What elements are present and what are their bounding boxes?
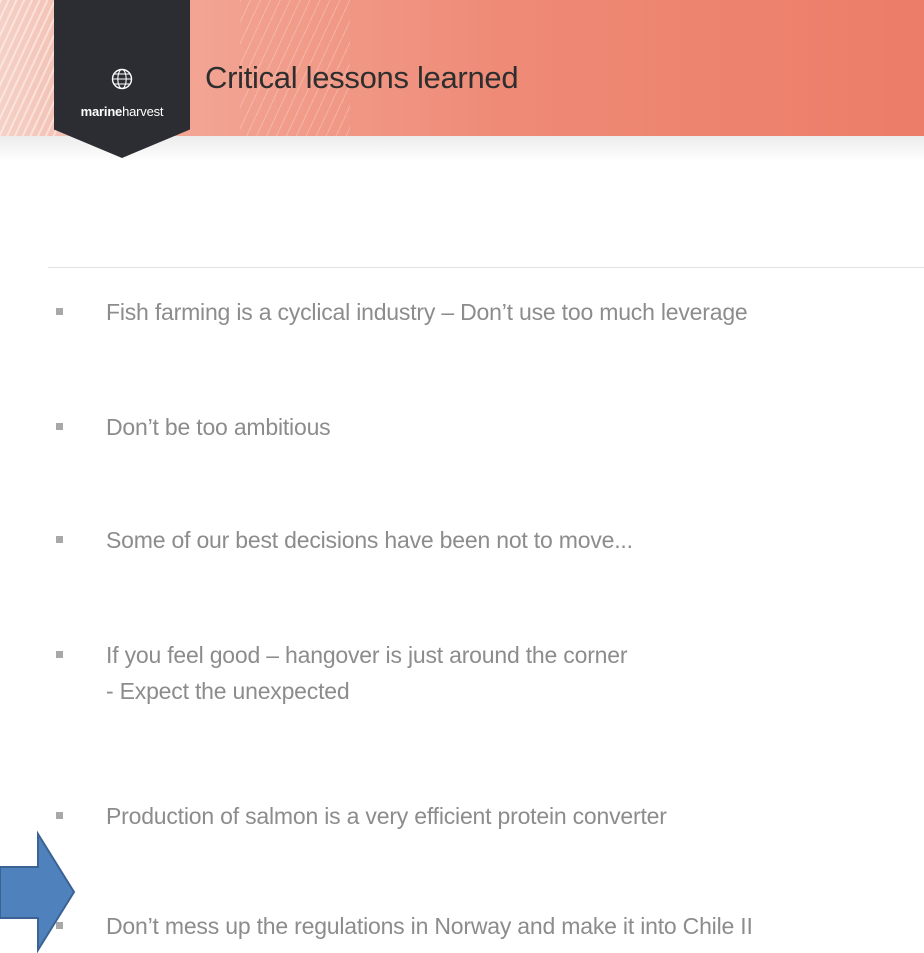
list-item-text: If you feel good – hangover is just arou… (106, 642, 628, 668)
list-item-text: Don’t mess up the regulations in Norway … (106, 913, 753, 939)
lessons-list: Fish farming is a cyclical industry – Do… (0, 0, 924, 953)
list-item-text: Some of our best decisions have been not… (106, 527, 633, 553)
list-item-text: Fish farming is a cyclical industry – Do… (106, 299, 748, 325)
bullet-square-icon (56, 651, 63, 658)
bullet-square-icon (56, 308, 63, 315)
list-item-text: Production of salmon is a very efficient… (106, 803, 667, 829)
right-arrow-icon (0, 830, 76, 953)
bullet-square-icon (56, 812, 63, 819)
bullet-square-icon (56, 423, 63, 430)
list-item-subtext: - Expect the unexpected (106, 678, 350, 704)
list-item-text: Don’t be too ambitious (106, 414, 331, 440)
bullet-square-icon (56, 536, 63, 543)
